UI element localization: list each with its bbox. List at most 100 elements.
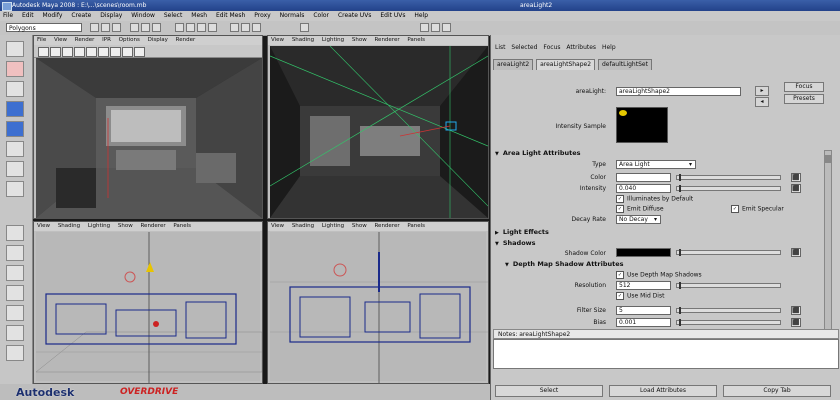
shadow-color-map-icon[interactable]: ⬛ <box>791 248 801 257</box>
keep-image-icon[interactable] <box>86 47 97 57</box>
scale-tool-icon[interactable] <box>6 141 24 157</box>
manipulator-tool-icon[interactable] <box>6 161 24 177</box>
menu-edit-uvs[interactable]: Edit UVs <box>380 11 405 21</box>
shadow-color-slider[interactable] <box>676 249 781 256</box>
move-tool-icon[interactable] <box>6 101 24 117</box>
section-area-light-attributes[interactable]: Area Light Attributes <box>495 148 820 158</box>
emit-diffuse-checkbox[interactable]: ✓ Emit Diffuse <box>616 205 664 213</box>
redo-render-icon[interactable] <box>38 47 49 57</box>
ae-menu-selected[interactable]: Selected <box>511 44 537 51</box>
select-button[interactable]: Select <box>495 385 603 397</box>
layout-outliner-icon[interactable] <box>6 285 24 301</box>
lasso-tool-icon[interactable] <box>6 61 24 77</box>
presets-button[interactable]: Presets <box>784 94 824 104</box>
layout-hypershade-icon[interactable] <box>6 325 24 341</box>
focus-button[interactable]: Focus <box>784 82 824 92</box>
rotate-tool-icon[interactable] <box>6 121 24 137</box>
menu-edit[interactable]: Edit <box>22 11 34 21</box>
go-output-icon[interactable]: ◂ <box>755 97 769 107</box>
tab-area-light-transform[interactable]: areaLight2 <box>493 59 534 70</box>
render-menu-ipr[interactable]: IPR <box>102 37 111 43</box>
remove-image-icon[interactable] <box>98 47 109 57</box>
color-map-icon[interactable]: ⬛ <box>791 173 801 182</box>
layout-single-icon[interactable] <box>6 225 24 241</box>
menu-file[interactable]: File <box>3 11 13 21</box>
ae-menu-attributes[interactable]: Attributes <box>566 44 596 51</box>
front-menu-lighting[interactable]: Lighting <box>88 223 110 229</box>
side-menu-lighting[interactable]: Lighting <box>322 223 344 229</box>
front-menu-renderer[interactable]: Renderer <box>140 223 165 229</box>
select-object-icon[interactable] <box>141 23 150 32</box>
light-color-swatch[interactable] <box>616 173 671 182</box>
snap-point-icon[interactable] <box>197 23 206 32</box>
persp-menu-lighting[interactable]: Lighting <box>322 37 344 43</box>
section-depth-map-shadow[interactable]: Depth Map Shadow Attributes <box>505 259 830 269</box>
render-region-icon[interactable] <box>74 47 85 57</box>
front-menu-show[interactable]: Show <box>118 223 133 229</box>
snap-curve-icon[interactable] <box>186 23 195 32</box>
layout-graph-icon[interactable] <box>6 305 24 321</box>
filter-size-map-icon[interactable]: ⬛ <box>791 306 801 315</box>
render-menu-display[interactable]: Display <box>148 37 168 43</box>
snap-plane-icon[interactable] <box>208 23 217 32</box>
select-hierarchy-icon[interactable] <box>130 23 139 32</box>
menu-window[interactable]: Window <box>131 11 155 21</box>
go-input-icon[interactable]: ▸ <box>755 86 769 96</box>
ae-menu-list[interactable]: List <box>495 44 506 51</box>
rendered-room-image[interactable] <box>36 58 262 218</box>
intensity-map-icon[interactable]: ⬛ <box>791 184 801 193</box>
menu-set-select[interactable]: Polygons <box>6 23 82 32</box>
intensity-field[interactable]: 0.040 <box>616 184 671 193</box>
shadow-color-swatch[interactable] <box>616 248 671 257</box>
menu-create[interactable]: Create <box>71 11 91 21</box>
render-menu-render2[interactable]: Render <box>176 37 196 43</box>
persp-menu-renderer[interactable]: Renderer <box>374 37 399 43</box>
side-menu-renderer[interactable]: Renderer <box>374 223 399 229</box>
alpha-channel-icon[interactable] <box>122 47 133 57</box>
side-menu-shading[interactable]: Shading <box>292 223 314 229</box>
filter-size-field[interactable]: 5 <box>616 306 671 315</box>
ae-menu-help[interactable]: Help <box>602 44 616 51</box>
side-menu-show[interactable]: Show <box>352 223 367 229</box>
layout-four-icon[interactable] <box>6 245 24 261</box>
menu-edit-mesh[interactable]: Edit Mesh <box>216 11 245 21</box>
tab-default-light-set[interactable]: defaultLightSet <box>597 59 652 70</box>
input-line-icon[interactable] <box>300 23 309 32</box>
use-mid-dist-checkbox[interactable]: ✓ Use Mid Dist <box>616 292 664 300</box>
layout-render-icon[interactable] <box>6 345 24 361</box>
intensity-slider[interactable] <box>676 185 781 192</box>
menu-create-uvs[interactable]: Create UVs <box>338 11 371 21</box>
type-dropdown-arrow-icon[interactable]: ▾ <box>689 161 692 168</box>
light-type-select[interactable]: Area Light <box>616 160 696 169</box>
persp-menu-show[interactable]: Show <box>352 37 367 43</box>
new-scene-icon[interactable] <box>90 23 99 32</box>
layout-two-icon[interactable] <box>6 265 24 281</box>
notes-textarea[interactable] <box>493 339 839 369</box>
decay-dropdown-arrow-icon[interactable]: ▾ <box>654 216 657 223</box>
paint-select-tool-icon[interactable] <box>6 81 24 97</box>
front-view[interactable] <box>35 232 262 383</box>
color-slider[interactable] <box>676 174 781 181</box>
side-menu-view[interactable]: View <box>271 223 284 229</box>
use-depth-map-shadows-checkbox[interactable]: ✓ Use Depth Map Shadows <box>616 271 702 279</box>
snap-grid-icon[interactable] <box>175 23 184 32</box>
section-shadows[interactable]: Shadows <box>495 238 820 248</box>
resolution-field[interactable]: 512 <box>616 281 671 290</box>
menu-mesh[interactable]: Mesh <box>191 11 207 21</box>
perspective-view[interactable] <box>269 45 488 218</box>
persp-menu-shading[interactable]: Shading <box>292 37 314 43</box>
render-menu-options[interactable]: Options <box>119 37 140 43</box>
tab-area-light-shape[interactable]: areaLightShape2 <box>536 59 596 70</box>
ipr-icon[interactable] <box>50 47 61 57</box>
rgb-channel-icon[interactable] <box>110 47 121 57</box>
bias-slider[interactable] <box>676 319 781 326</box>
copy-tab-button[interactable]: Copy Tab <box>723 385 831 397</box>
emit-specular-checkbox[interactable]: ✓ Emit Specular <box>731 205 784 213</box>
render-menu-file[interactable]: File <box>37 37 46 43</box>
ipr-render-icon[interactable] <box>241 23 250 32</box>
render-menu-render[interactable]: Render <box>75 37 95 43</box>
bias-field[interactable]: 0.001 <box>616 318 671 327</box>
open-scene-icon[interactable] <box>101 23 110 32</box>
menu-display[interactable]: Display <box>100 11 122 21</box>
illuminates-by-default-checkbox[interactable]: ✓ Illuminates by Default <box>616 195 693 203</box>
